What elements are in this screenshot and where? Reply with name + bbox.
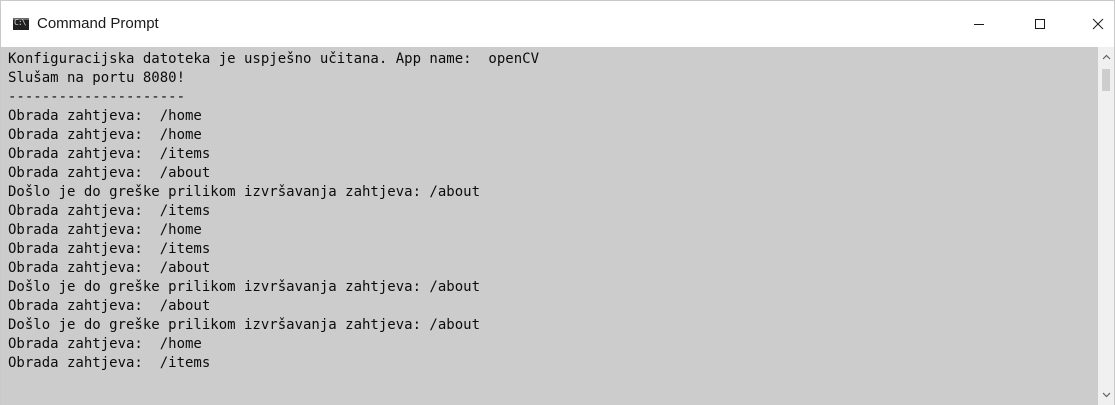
command-prompt-icon-glyph: C:\ <box>14 18 26 27</box>
console-line: Došlo je do greške prilikom izvršavanja … <box>8 184 481 200</box>
close-button[interactable] <box>1075 1 1115 47</box>
maximize-icon <box>1035 19 1045 29</box>
console-line: Obrada zahtjeva: /items <box>8 203 211 219</box>
scroll-up-button[interactable] <box>1098 47 1114 67</box>
minimize-button[interactable] <box>956 1 1002 47</box>
console-line: Konfiguracijska datoteka je uspješno uči… <box>8 51 540 67</box>
command-prompt-window: C:\ Command Prompt Konfiguracijska datot… <box>0 0 1115 405</box>
maximize-button[interactable] <box>1017 1 1063 47</box>
window-title: Command Prompt <box>37 15 159 32</box>
console-line: Obrada zahtjeva: /home <box>8 336 202 352</box>
console-line: Obrada zahtjeva: /items <box>8 146 211 162</box>
vertical-scrollbar[interactable] <box>1098 47 1114 405</box>
console-line: --------------------- <box>8 89 186 105</box>
console-output[interactable]: Konfiguracijska datoteka je uspješno uči… <box>1 47 1098 405</box>
scroll-down-arrow-icon <box>1102 392 1110 398</box>
scroll-up-arrow-icon <box>1102 54 1110 60</box>
scroll-thumb[interactable] <box>1102 69 1110 91</box>
console-line: Obrada zahtjeva: /about <box>8 298 211 314</box>
console-line: Obrada zahtjeva: /home <box>8 108 202 124</box>
minimize-icon <box>974 24 984 25</box>
command-prompt-icon[interactable]: C:\ <box>13 18 29 30</box>
console-line: Obrada zahtjeva: /items <box>8 241 211 257</box>
title-bar[interactable]: C:\ Command Prompt <box>1 1 1114 47</box>
scroll-down-button[interactable] <box>1098 385 1114 405</box>
console-line: Došlo je do greške prilikom izvršavanja … <box>8 317 481 333</box>
console-line: Obrada zahtjeva: /home <box>8 127 202 143</box>
console-line: Obrada zahtjeva: /home <box>8 222 202 238</box>
console-line: Došlo je do greške prilikom izvršavanja … <box>8 279 481 295</box>
close-icon <box>1092 18 1104 30</box>
console-line: Obrada zahtjeva: /about <box>8 260 211 276</box>
console-line: Slušam na portu 8080! <box>8 70 186 86</box>
console-line: Obrada zahtjeva: /items <box>8 355 211 371</box>
console-line: Obrada zahtjeva: /about <box>8 165 211 181</box>
